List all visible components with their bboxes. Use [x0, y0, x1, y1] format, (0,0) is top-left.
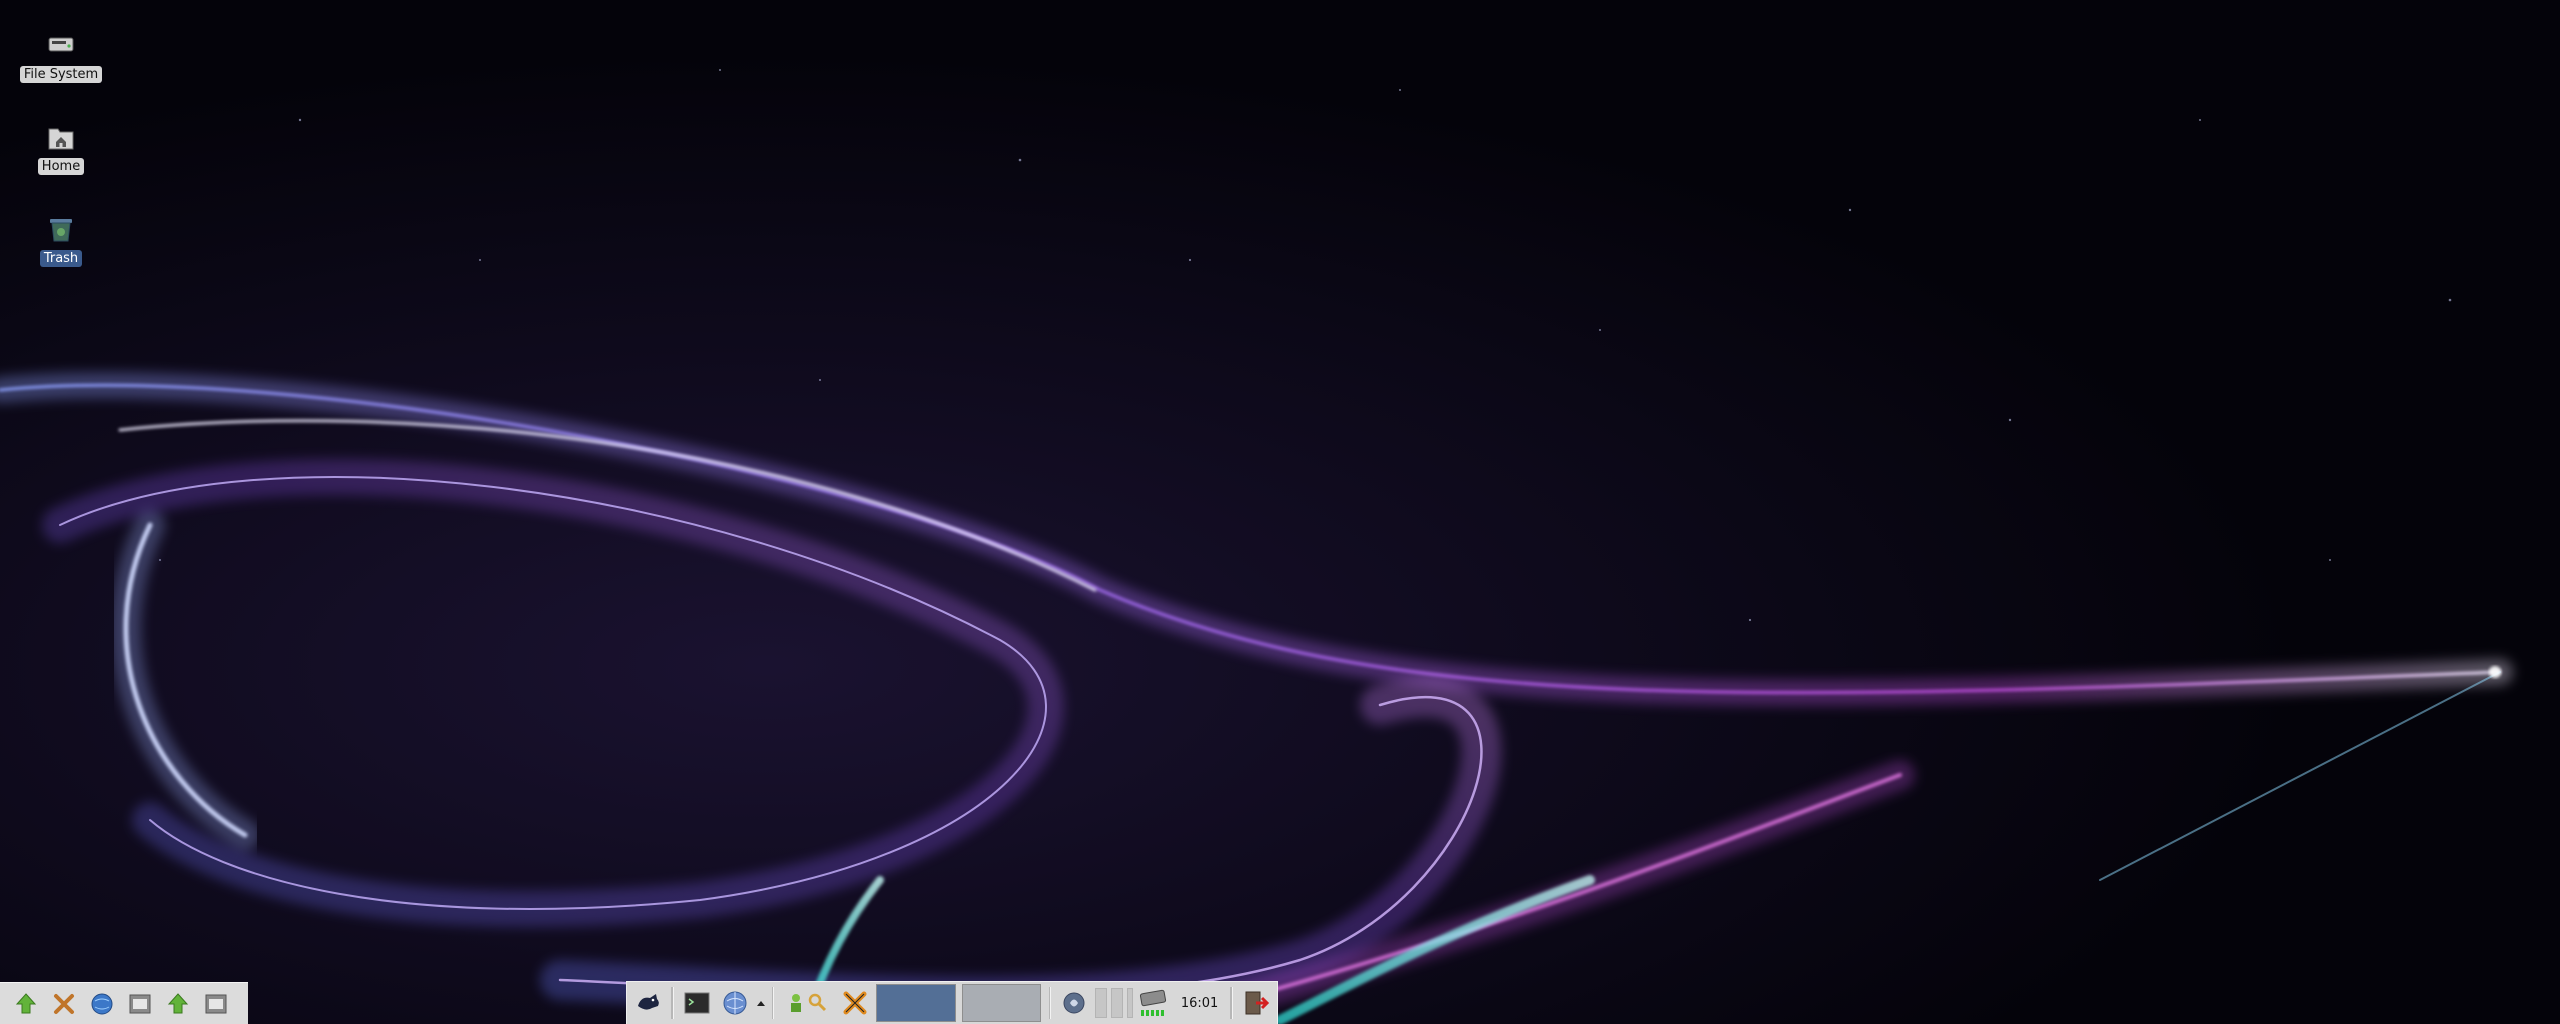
- network-icon[interactable]: [1057, 986, 1091, 1020]
- panel-separator: [1230, 987, 1233, 1019]
- panel-separator: [1048, 987, 1052, 1019]
- desktop-wallpaper: [0, 0, 2560, 1024]
- close-x-icon[interactable]: [838, 986, 872, 1020]
- desktop-icon-label: Trash: [39, 250, 83, 267]
- clock[interactable]: 16:01: [1175, 996, 1224, 1011]
- close-x-icon[interactable]: [48, 988, 80, 1020]
- desktop-icon-trash[interactable]: Trash: [20, 212, 102, 267]
- up-arrow-icon[interactable]: [10, 988, 42, 1020]
- desktop-icon-label: Home: [37, 158, 85, 175]
- desktop-icon-file-system[interactable]: File System: [19, 28, 103, 83]
- text-editor-icon[interactable]: [124, 988, 156, 1020]
- workspace-1-button[interactable]: [876, 984, 956, 1022]
- expand-arrow-icon[interactable]: [756, 986, 766, 1020]
- home-folder-icon: [48, 128, 74, 150]
- web-browser-icon[interactable]: [718, 986, 752, 1020]
- text-editor-icon[interactable]: [200, 988, 232, 1020]
- workspace-2-button[interactable]: [961, 984, 1041, 1022]
- quick-launch-bar: [0, 982, 248, 1024]
- trash-icon: [50, 219, 72, 242]
- battery-icon[interactable]: [1137, 986, 1171, 1020]
- tray-slot: [1127, 988, 1133, 1018]
- mouse-menu-icon[interactable]: [631, 986, 665, 1020]
- terminal-icon[interactable]: [680, 986, 714, 1020]
- desktop-icon-home[interactable]: Home: [20, 120, 102, 175]
- application-manager-icon[interactable]: [780, 986, 834, 1020]
- tray-slot: [1095, 988, 1108, 1018]
- taskbar-panel: 16:01: [626, 981, 1278, 1024]
- panel-separator: [771, 987, 775, 1019]
- panel-separator: [671, 987, 674, 1019]
- drive-icon: [48, 37, 74, 52]
- logout-icon[interactable]: [1239, 986, 1273, 1020]
- globe-icon[interactable]: [86, 988, 118, 1020]
- desktop-icon-label: File System: [19, 66, 103, 83]
- up-arrow-icon[interactable]: [162, 988, 194, 1020]
- tray-slot: [1111, 988, 1124, 1018]
